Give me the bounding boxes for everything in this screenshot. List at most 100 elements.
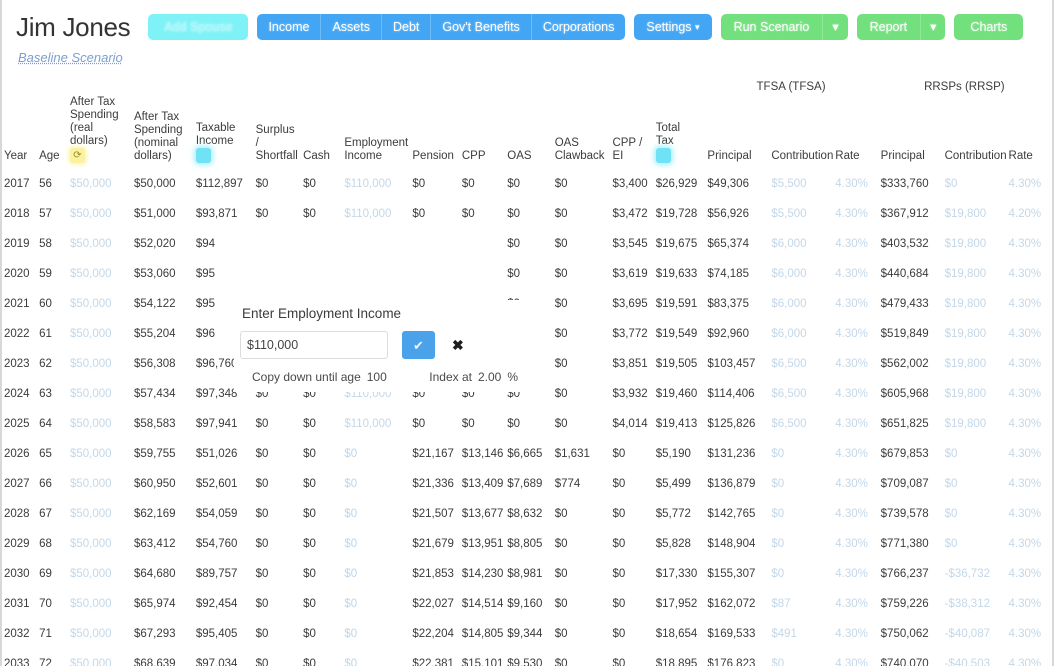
rrsp-principal-cell[interactable]: $562,002 bbox=[879, 349, 943, 379]
pension-cell[interactable]: $22,204 bbox=[410, 619, 460, 649]
rrsp-principal-cell[interactable]: $403,532 bbox=[879, 229, 943, 259]
tfsa-principal-cell[interactable]: $142,765 bbox=[705, 499, 769, 529]
tfsa-rate-cell[interactable]: 4.30% bbox=[833, 349, 878, 379]
rrsp-rate-cell[interactable]: 4.20% bbox=[1007, 199, 1052, 229]
year-cell[interactable]: 2028 bbox=[2, 499, 37, 529]
cpp-ei-cell[interactable]: $3,695 bbox=[610, 289, 653, 319]
rrsp-rate-cell[interactable]: 4.30% bbox=[1007, 559, 1052, 589]
tfsa-principal-cell[interactable]: $74,185 bbox=[705, 259, 769, 289]
oas-clawback-cell[interactable]: $0 bbox=[553, 619, 611, 649]
taxable-income-cell[interactable]: $51,026 bbox=[194, 439, 254, 469]
rrsp-rate-cell[interactable]: 4.30% bbox=[1007, 619, 1052, 649]
cpp-ei-cell[interactable]: $0 bbox=[610, 499, 653, 529]
rrsp-rate-cell[interactable]: 4.30% bbox=[1007, 529, 1052, 559]
rrsp-rate-cell[interactable]: 4.30% bbox=[1007, 289, 1052, 319]
rrsp-principal-cell[interactable]: $605,968 bbox=[879, 379, 943, 409]
surplus-cell[interactable]: $0 bbox=[254, 409, 301, 439]
total-tax-cell[interactable]: $5,499 bbox=[654, 469, 706, 499]
col-header-rrsp-principal[interactable]: Principal bbox=[879, 96, 943, 169]
run-scenario-button[interactable]: Run Scenario bbox=[720, 14, 823, 40]
tab-govt-benefits[interactable]: Gov't Benefits bbox=[430, 14, 531, 40]
surplus-cell[interactable]: $0 bbox=[254, 169, 301, 199]
ats-nominal-cell[interactable]: $62,169 bbox=[132, 499, 194, 529]
oas-cell[interactable]: $0 bbox=[505, 259, 552, 289]
oas-cell[interactable]: $0 bbox=[505, 229, 552, 259]
taxable-income-cell[interactable]: $54,760 bbox=[194, 529, 254, 559]
col-header-pension[interactable]: Pension bbox=[410, 96, 460, 169]
col-header-total-tax[interactable]: Total Tax bbox=[654, 96, 706, 169]
taxable-income-cell[interactable]: $94 bbox=[194, 229, 254, 259]
rrsp-rate-cell[interactable]: 4.30% bbox=[1007, 379, 1052, 409]
tfsa-contribution-cell[interactable]: $6,500 bbox=[769, 349, 833, 379]
total-tax-cell[interactable]: $5,772 bbox=[654, 499, 706, 529]
oas-clawback-cell[interactable]: $0 bbox=[553, 259, 611, 289]
cash-cell[interactable]: $0 bbox=[301, 199, 342, 229]
total-tax-cell[interactable]: $5,828 bbox=[654, 529, 706, 559]
rrsp-principal-cell[interactable]: $367,912 bbox=[879, 199, 943, 229]
cpp-cell[interactable]: $13,677 bbox=[460, 499, 505, 529]
year-cell[interactable]: 2019 bbox=[2, 229, 37, 259]
age-cell[interactable]: 71 bbox=[37, 619, 68, 649]
oas-cell[interactable]: $9,530 bbox=[505, 649, 552, 666]
ats-nominal-cell[interactable]: $68,639 bbox=[132, 649, 194, 666]
rrsp-contribution-cell[interactable]: -$40,503 bbox=[943, 649, 1007, 666]
ats-nominal-cell[interactable]: $63,412 bbox=[132, 529, 194, 559]
total-tax-cell[interactable]: $5,190 bbox=[654, 439, 706, 469]
tfsa-contribution-cell[interactable]: $6,500 bbox=[769, 379, 833, 409]
oas-clawback-cell[interactable]: $0 bbox=[553, 409, 611, 439]
oas-cell[interactable]: $8,632 bbox=[505, 499, 552, 529]
tfsa-contribution-cell[interactable]: $6,000 bbox=[769, 319, 833, 349]
highlight-icon[interactable] bbox=[195, 148, 211, 163]
tfsa-contribution-cell[interactable]: $5,500 bbox=[769, 199, 833, 229]
col-header-rrsp-contribution[interactable]: Contribution bbox=[943, 96, 1007, 169]
confirm-button[interactable]: ✔ bbox=[402, 331, 435, 359]
age-cell[interactable]: 62 bbox=[37, 349, 68, 379]
total-tax-cell[interactable]: $19,549 bbox=[654, 319, 706, 349]
rrsp-principal-cell[interactable]: $750,062 bbox=[879, 619, 943, 649]
year-cell[interactable]: 2026 bbox=[2, 439, 37, 469]
rrsp-rate-cell[interactable]: 4.30% bbox=[1007, 409, 1052, 439]
cpp-ei-cell[interactable]: $3,472 bbox=[610, 199, 653, 229]
cash-cell[interactable]: $0 bbox=[301, 529, 342, 559]
employment-income-cell[interactable]: $0 bbox=[342, 469, 410, 499]
tfsa-rate-cell[interactable]: 4.30% bbox=[833, 439, 878, 469]
age-cell[interactable]: 66 bbox=[37, 469, 68, 499]
pension-cell[interactable]: $0 bbox=[410, 169, 460, 199]
total-tax-cell[interactable]: $19,728 bbox=[654, 199, 706, 229]
cpp-cell[interactable]: $14,805 bbox=[460, 619, 505, 649]
cash-cell[interactable]: $0 bbox=[301, 499, 342, 529]
rrsp-rate-cell[interactable]: 4.30% bbox=[1007, 499, 1052, 529]
tfsa-rate-cell[interactable]: 4.30% bbox=[833, 619, 878, 649]
col-header-cpp-ei[interactable]: CPP / EI bbox=[610, 96, 653, 169]
age-cell[interactable]: 56 bbox=[37, 169, 68, 199]
cpp-ei-cell[interactable]: $0 bbox=[610, 439, 653, 469]
cpp-ei-cell[interactable]: $0 bbox=[610, 619, 653, 649]
ats-nominal-cell[interactable]: $51,000 bbox=[132, 199, 194, 229]
index-value[interactable]: 2.00 bbox=[478, 370, 501, 384]
refresh-icon[interactable]: ⟳ bbox=[70, 148, 85, 163]
cpp-cell[interactable] bbox=[460, 259, 505, 289]
rrsp-rate-cell[interactable]: 4.30% bbox=[1007, 259, 1052, 289]
tfsa-principal-cell[interactable]: $155,307 bbox=[705, 559, 769, 589]
year-cell[interactable]: 2029 bbox=[2, 529, 37, 559]
cpp-ei-cell[interactable]: $3,400 bbox=[610, 169, 653, 199]
surplus-cell[interactable]: $0 bbox=[254, 499, 301, 529]
ats-nominal-cell[interactable]: $56,308 bbox=[132, 349, 194, 379]
ats-nominal-cell[interactable]: $52,020 bbox=[132, 229, 194, 259]
taxable-income-cell[interactable]: $97,034 bbox=[194, 649, 254, 666]
surplus-cell[interactable]: $0 bbox=[254, 469, 301, 499]
tfsa-principal-cell[interactable]: $125,826 bbox=[705, 409, 769, 439]
oas-clawback-cell[interactable]: $0 bbox=[553, 229, 611, 259]
tfsa-contribution-cell[interactable]: $6,000 bbox=[769, 259, 833, 289]
ats-real-cell[interactable]: $50,000 bbox=[68, 199, 132, 229]
ats-real-cell[interactable]: $50,000 bbox=[68, 259, 132, 289]
surplus-cell[interactable]: $0 bbox=[254, 439, 301, 469]
surplus-cell[interactable] bbox=[254, 259, 301, 289]
year-cell[interactable]: 2020 bbox=[2, 259, 37, 289]
employment-income-cell[interactable] bbox=[342, 229, 410, 259]
employment-income-cell[interactable] bbox=[342, 259, 410, 289]
rrsp-contribution-cell[interactable]: $0 bbox=[943, 499, 1007, 529]
year-cell[interactable]: 2022 bbox=[2, 319, 37, 349]
tfsa-contribution-cell[interactable]: $6,000 bbox=[769, 289, 833, 319]
tfsa-principal-cell[interactable]: $162,072 bbox=[705, 589, 769, 619]
